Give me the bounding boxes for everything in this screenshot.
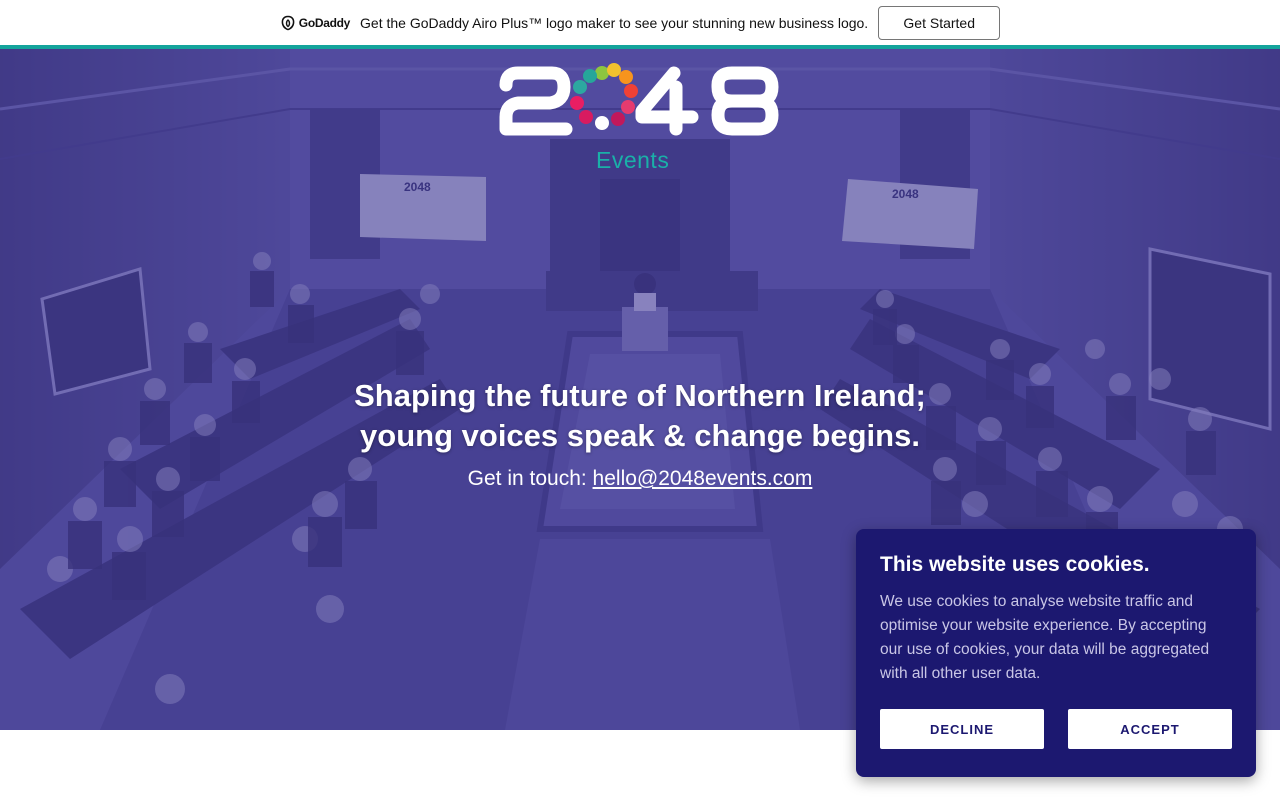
godaddy-logo-text: GoDaddy: [298, 15, 351, 30]
brand-events-label: Events: [596, 147, 670, 173]
contact-line: Get in touch: hello@2048events.com: [290, 467, 990, 491]
decline-button[interactable]: DECLINE: [880, 709, 1044, 749]
promo-content: GoDaddy Get the GoDaddy Airo Plus™ logo …: [280, 5, 1001, 40]
headline-line-1: Shaping the future of Northern Ireland;: [354, 378, 926, 413]
godaddy-logo[interactable]: GoDaddy: [280, 15, 350, 31]
contact-prefix: Get in touch:: [467, 467, 593, 490]
headline-line-2: young voices speak & change begins.: [360, 418, 920, 453]
accept-button[interactable]: ACCEPT: [1068, 709, 1232, 749]
cookie-banner: This website uses cookies. We use cookie…: [856, 529, 1256, 777]
contact-email-link[interactable]: hello@2048events.com: [593, 467, 813, 490]
cookie-body: We use cookies to analyse website traffi…: [880, 593, 1210, 682]
cookie-title: This website uses cookies.: [880, 553, 1150, 576]
promo-message: Get the GoDaddy Airo Plus™ logo maker to…: [360, 14, 869, 31]
hero-headline: Shaping the future of Northern Ireland; …: [290, 376, 990, 456]
promo-bar: GoDaddy Get the GoDaddy Airo Plus™ logo …: [0, 0, 1280, 45]
get-started-button[interactable]: Get Started: [878, 5, 1001, 40]
godaddy-icon: [281, 15, 295, 30]
